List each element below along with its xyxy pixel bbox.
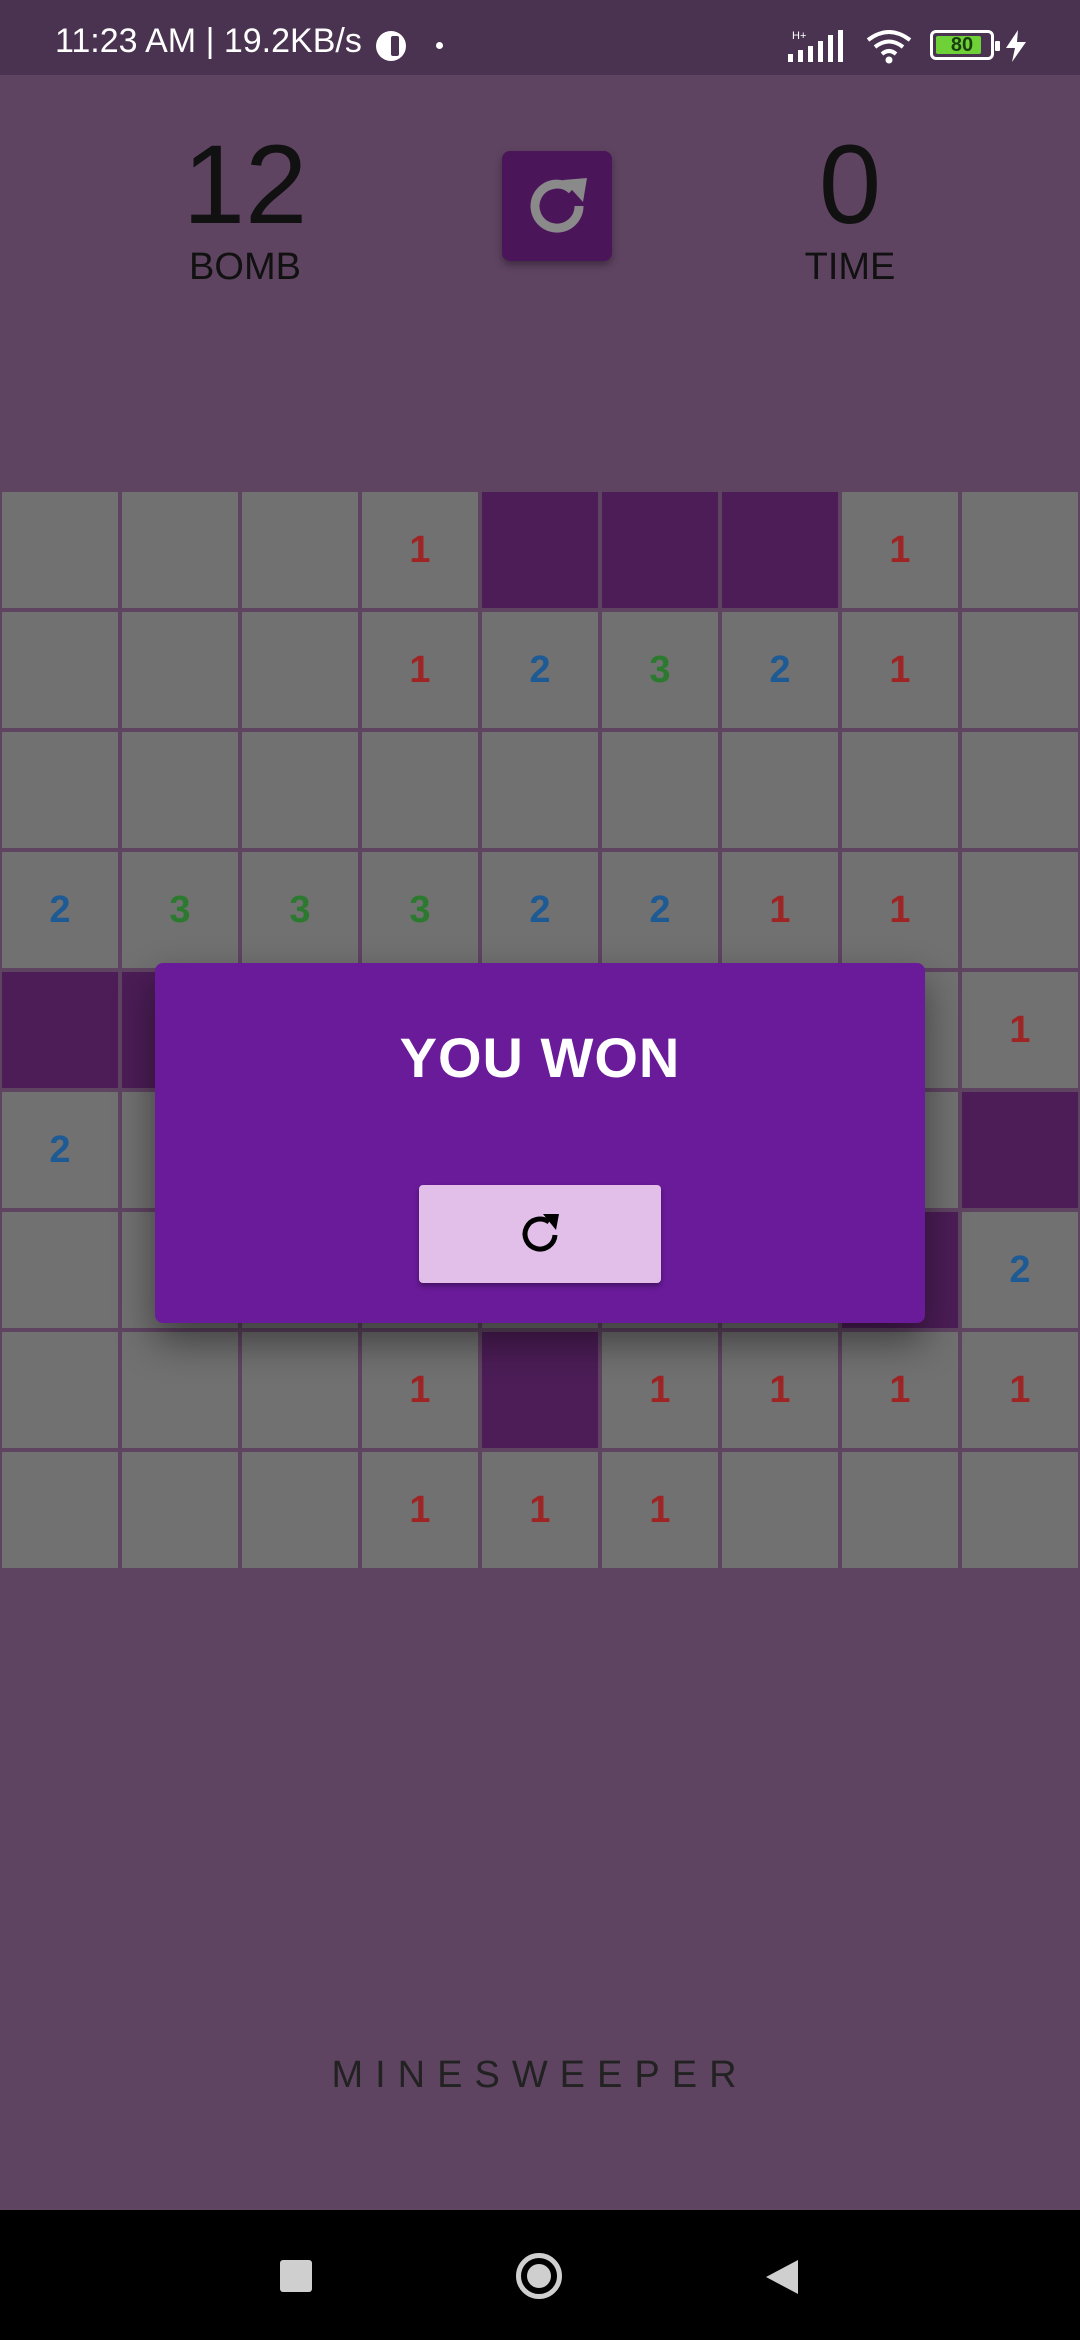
board-cell-number[interactable]: 1 xyxy=(362,492,478,608)
board-cell-number[interactable]: 1 xyxy=(842,612,958,728)
board-cell-empty[interactable] xyxy=(242,492,358,608)
board-cell-empty[interactable] xyxy=(242,732,358,848)
board-cell-number[interactable]: 1 xyxy=(602,1332,718,1448)
board-cell-empty[interactable] xyxy=(722,1452,838,1568)
network-type-label: H+ xyxy=(792,30,806,42)
board-cell-number[interactable]: 2 xyxy=(962,1212,1078,1328)
board-cell-closed[interactable] xyxy=(722,492,838,608)
wifi-icon xyxy=(866,30,912,64)
board-cell-empty[interactable] xyxy=(2,612,118,728)
board-cell-closed[interactable] xyxy=(482,1332,598,1448)
board-cell-number[interactable]: 1 xyxy=(842,492,958,608)
board-cell-empty[interactable] xyxy=(242,612,358,728)
board-cell-closed[interactable] xyxy=(602,492,718,608)
board-cell-empty[interactable] xyxy=(962,492,1078,608)
home-circle-icon[interactable] xyxy=(516,2253,562,2299)
board-cell-number[interactable]: 3 xyxy=(242,852,358,968)
board-cell-number[interactable]: 1 xyxy=(722,852,838,968)
board-cell-number[interactable]: 1 xyxy=(962,1332,1078,1448)
board-cell-number[interactable]: 2 xyxy=(2,1092,118,1208)
board-cell-empty[interactable] xyxy=(962,732,1078,848)
board-cell-empty[interactable] xyxy=(122,1332,238,1448)
board-cell-empty[interactable] xyxy=(2,732,118,848)
charging-bolt-icon xyxy=(1006,30,1026,62)
bomb-counter: 12 BOMB xyxy=(150,125,340,289)
board-cell-empty[interactable] xyxy=(2,1212,118,1328)
board-cell-empty[interactable] xyxy=(962,612,1078,728)
board-cell-number[interactable]: 1 xyxy=(482,1452,598,1568)
notification-dot xyxy=(436,42,443,49)
refresh-icon xyxy=(522,1214,559,1252)
board-cell-closed[interactable] xyxy=(962,1092,1078,1208)
board-cell-number[interactable]: 2 xyxy=(482,852,598,968)
app-name: MINESWEEPER xyxy=(331,2054,749,2096)
board-cell-empty[interactable] xyxy=(722,732,838,848)
bomb-count: 12 xyxy=(182,122,308,247)
time-counter: 0 TIME xyxy=(760,125,940,289)
back-triangle-icon[interactable] xyxy=(764,2258,800,2296)
time-value: 0 xyxy=(818,122,882,247)
board-cell-number[interactable]: 3 xyxy=(362,852,478,968)
board-cell-number[interactable]: 1 xyxy=(362,612,478,728)
board-cell-number[interactable]: 3 xyxy=(602,612,718,728)
battery-level: 80 xyxy=(950,34,974,56)
board-cell-number[interactable]: 1 xyxy=(362,1332,478,1448)
board-cell-number[interactable]: 1 xyxy=(842,1332,958,1448)
board-cell-empty[interactable] xyxy=(602,732,718,848)
board-cell-number[interactable]: 2 xyxy=(602,852,718,968)
board-cell-empty[interactable] xyxy=(242,1332,358,1448)
board-cell-empty[interactable] xyxy=(2,1332,118,1448)
board-cell-empty[interactable] xyxy=(962,1452,1078,1568)
win-dialog: YOU WON xyxy=(155,963,925,1323)
board-cell-number[interactable]: 1 xyxy=(602,1452,718,1568)
board-cell-empty[interactable] xyxy=(122,612,238,728)
refresh-icon xyxy=(530,178,587,233)
board-cell-number[interactable]: 1 xyxy=(962,972,1078,1088)
navigation-bar xyxy=(0,2210,1080,2340)
board-cell-empty[interactable] xyxy=(2,492,118,608)
reset-button[interactable] xyxy=(502,151,612,261)
board-cell-empty[interactable] xyxy=(842,1452,958,1568)
board-cell-number[interactable]: 3 xyxy=(122,852,238,968)
board-cell-number[interactable]: 1 xyxy=(842,852,958,968)
board-cell-empty[interactable] xyxy=(122,492,238,608)
board-cell-number[interactable]: 2 xyxy=(482,612,598,728)
board-cell-closed[interactable] xyxy=(2,972,118,1088)
board-cell-empty[interactable] xyxy=(842,732,958,848)
board-cell-empty[interactable] xyxy=(482,732,598,848)
board-cell-empty[interactable] xyxy=(2,1452,118,1568)
board-cell-empty[interactable] xyxy=(122,1452,238,1568)
dialog-restart-button[interactable] xyxy=(419,1185,661,1283)
board-cell-number[interactable]: 2 xyxy=(722,612,838,728)
signal-icon: H+ xyxy=(788,30,843,62)
board-cell-number[interactable]: 2 xyxy=(2,852,118,968)
vpn-icon xyxy=(376,31,406,61)
status-bar: 11:23 AM | 19.2KB/s H+ 80 xyxy=(0,0,1080,75)
time-label: TIME xyxy=(804,246,896,288)
board-cell-empty[interactable] xyxy=(122,732,238,848)
board-cell-closed[interactable] xyxy=(482,492,598,608)
bomb-label: BOMB xyxy=(189,246,301,288)
battery-icon: 80 xyxy=(930,30,1000,60)
board-cell-number[interactable]: 1 xyxy=(722,1332,838,1448)
recents-square-icon[interactable] xyxy=(280,2260,312,2292)
board-cell-empty[interactable] xyxy=(362,732,478,848)
board-cell-number[interactable]: 1 xyxy=(362,1452,478,1568)
board-cell-empty[interactable] xyxy=(242,1452,358,1568)
status-time-speed: 11:23 AM | 19.2KB/s xyxy=(55,22,362,60)
board-cell-empty[interactable] xyxy=(962,852,1078,968)
dialog-title: YOU WON xyxy=(399,1026,681,1089)
